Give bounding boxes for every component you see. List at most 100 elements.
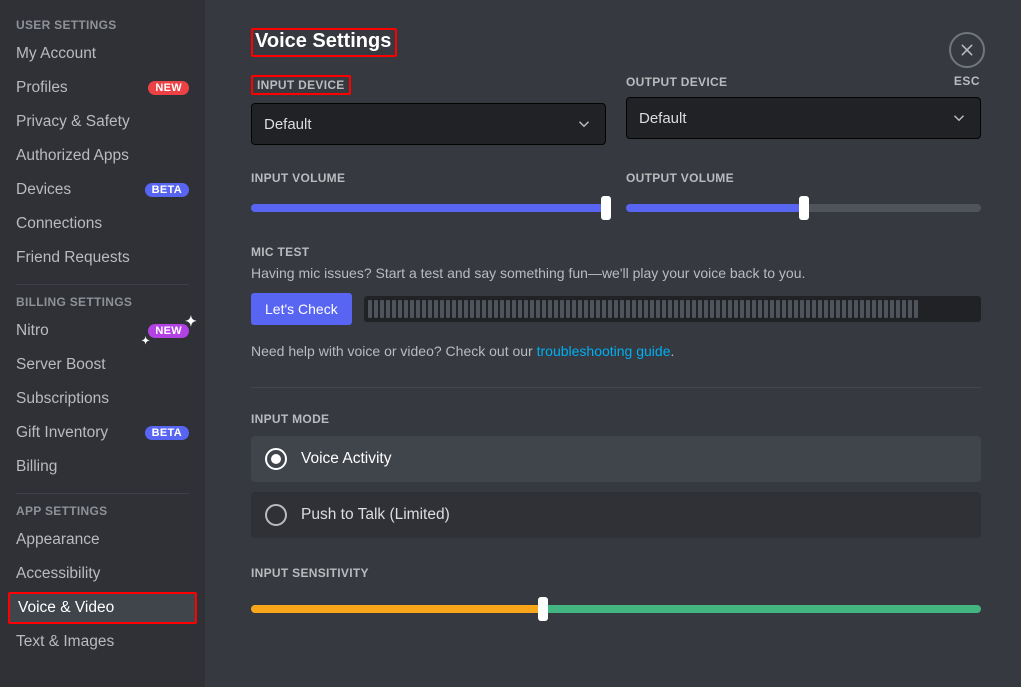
input-mode-push-to-talk[interactable]: Push to Talk (Limited) — [251, 492, 981, 538]
sidebar-item-label: My Account — [16, 45, 96, 63]
mic-segment — [368, 300, 372, 318]
sidebar-item-label: Privacy & Safety — [16, 113, 130, 131]
slider-fill — [251, 204, 606, 212]
slider-grabber[interactable] — [799, 196, 809, 220]
sidebar-item-text-images[interactable]: Text & Images — [8, 626, 197, 658]
sidebar-item-appearance[interactable]: Appearance — [8, 524, 197, 556]
input-volume-label: INPUT VOLUME — [251, 171, 606, 185]
mic-segment — [428, 300, 432, 318]
mic-segment — [386, 300, 390, 318]
chevron-down-icon — [950, 109, 968, 127]
mic-segment — [890, 300, 894, 318]
mic-segment — [800, 300, 804, 318]
sidebar-item-label: Accessibility — [16, 565, 100, 583]
mic-segment — [374, 300, 378, 318]
slider-grabber[interactable] — [601, 196, 611, 220]
new-badge: NEW — [148, 81, 189, 95]
mic-segment — [776, 300, 780, 318]
sidebar-item-accessibility[interactable]: Accessibility — [8, 558, 197, 590]
mic-segment — [794, 300, 798, 318]
mic-segment — [404, 300, 408, 318]
sensitivity-high-fill — [543, 605, 981, 613]
page-title: Voice Settings — [251, 28, 397, 57]
mic-segment — [524, 300, 528, 318]
troubleshooting-link[interactable]: troubleshooting guide — [537, 343, 671, 359]
mic-segment — [578, 300, 582, 318]
mic-segment — [656, 300, 660, 318]
mic-segment — [518, 300, 522, 318]
mic-test-button[interactable]: Let's Check — [251, 293, 352, 325]
sidebar-item-label: Appearance — [16, 531, 100, 549]
mic-segment — [482, 300, 486, 318]
mic-segment — [824, 300, 828, 318]
slider-fill — [626, 204, 804, 212]
mic-segment — [632, 300, 636, 318]
input-mode-voice-activity[interactable]: Voice Activity — [251, 436, 981, 482]
mic-segment — [758, 300, 762, 318]
mic-segment — [446, 300, 450, 318]
slider-track — [251, 605, 981, 613]
input-volume-slider[interactable] — [251, 197, 606, 219]
sidebar-item-my-account[interactable]: My Account — [8, 38, 197, 70]
mic-test-label: MIC TEST — [251, 245, 981, 259]
divider — [16, 493, 189, 494]
mic-level-meter — [364, 296, 981, 322]
sidebar-item-connections[interactable]: Connections — [8, 208, 197, 240]
mic-segment — [734, 300, 738, 318]
mic-segment — [614, 300, 618, 318]
mic-segment — [566, 300, 570, 318]
output-volume-slider[interactable] — [626, 197, 981, 219]
sidebar-item-voice-video[interactable]: Voice & Video — [8, 592, 197, 624]
mic-segment — [830, 300, 834, 318]
sidebar-item-authorized-apps[interactable]: Authorized Apps — [8, 140, 197, 172]
sidebar-item-privacy-safety[interactable]: Privacy & Safety — [8, 106, 197, 138]
sidebar-item-label: Devices — [16, 181, 71, 199]
mic-segment — [692, 300, 696, 318]
sidebar-item-label: Server Boost — [16, 356, 106, 374]
sidebar-item-billing[interactable]: Billing — [8, 451, 197, 483]
slider-grabber[interactable] — [538, 597, 548, 621]
new-badge: NEW✦✦ — [148, 324, 189, 338]
sidebar-item-gift-inventory[interactable]: Gift InventoryBETA — [8, 417, 197, 449]
input-device-select[interactable]: Default — [251, 103, 606, 145]
mic-segment — [872, 300, 876, 318]
mic-segment — [764, 300, 768, 318]
mic-segment — [662, 300, 666, 318]
mic-segment — [854, 300, 858, 318]
mic-test-desc: Having mic issues? Start a test and say … — [251, 265, 981, 281]
mic-segment — [572, 300, 576, 318]
mic-segment — [728, 300, 732, 318]
sidebar-item-profiles[interactable]: ProfilesNEW — [8, 72, 197, 104]
output-device-label: OUTPUT DEVICE — [626, 75, 981, 89]
mic-segment — [896, 300, 900, 318]
mic-segment — [680, 300, 684, 318]
mic-segment — [812, 300, 816, 318]
input-sensitivity-slider[interactable] — [251, 598, 981, 620]
sidebar-item-devices[interactable]: Devices BETA — [8, 174, 197, 206]
close-button[interactable]: ESC — [949, 32, 985, 88]
mic-segment — [902, 300, 906, 318]
mic-segment — [704, 300, 708, 318]
sidebar-item-nitro[interactable]: NitroNEW✦✦ — [8, 315, 197, 347]
sidebar-item-server-boost[interactable]: Server Boost — [8, 349, 197, 381]
beta-badge: BETA — [145, 183, 189, 197]
mic-segment — [860, 300, 864, 318]
mic-segment — [908, 300, 912, 318]
sidebar-item-label: Text & Images — [16, 633, 114, 651]
sidebar-item-friend-requests[interactable]: Friend Requests — [8, 242, 197, 274]
mic-segment — [542, 300, 546, 318]
sidebar-item-subscriptions[interactable]: Subscriptions — [8, 383, 197, 415]
radio-label: Push to Talk (Limited) — [301, 506, 450, 524]
mic-segment — [416, 300, 420, 318]
mic-segment — [584, 300, 588, 318]
mic-segment — [590, 300, 594, 318]
mic-segment — [458, 300, 462, 318]
mic-segment — [686, 300, 690, 318]
mic-segment — [506, 300, 510, 318]
output-device-select[interactable]: Default — [626, 97, 981, 139]
mic-segment — [392, 300, 396, 318]
mic-segment — [866, 300, 870, 318]
sidebar-item-label: Authorized Apps — [16, 147, 129, 165]
mic-segment — [596, 300, 600, 318]
sidebar-header-billing: BILLING SETTINGS — [8, 295, 197, 315]
